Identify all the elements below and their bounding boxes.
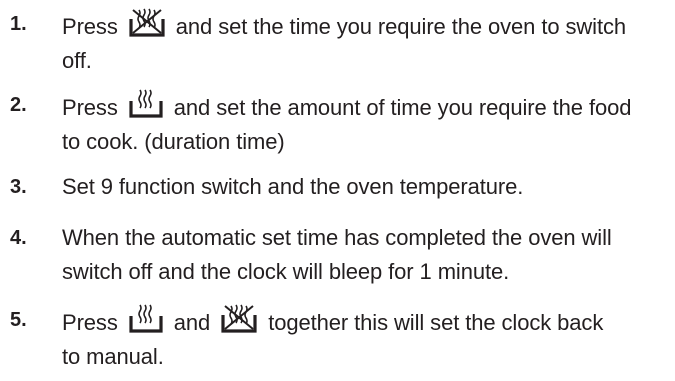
step-text-line1: Set 9 function switch and the oven tempe…: [62, 174, 524, 199]
step-text-line1: When the automatic set time has complete…: [62, 225, 612, 250]
step-text: When the automatic set time has complete…: [62, 221, 674, 289]
step-text-before: Press: [62, 95, 118, 120]
step-text-after: together this will set the clock back: [268, 310, 604, 335]
cooking-duration-icon: [128, 303, 164, 333]
step-text: Press and together this will set the clo…: [62, 303, 674, 374]
step-text-line2: switch off and the clock will bleep for …: [62, 259, 510, 284]
oven-off-icon: [128, 7, 166, 37]
cooking-duration-icon: [128, 88, 164, 118]
step-text-middle: and: [173, 310, 211, 335]
step-text-line2: to cook. (duration time): [62, 129, 285, 154]
oven-off-icon: [220, 303, 258, 333]
step-text: Press and set the time you require the o…: [62, 7, 674, 78]
step-text-before: Press: [62, 310, 118, 335]
step-number: 1.: [10, 13, 27, 35]
step-text-line2: to manual.: [62, 344, 164, 369]
step-text: Set 9 function switch and the oven tempe…: [62, 170, 674, 204]
step-text-after: and set the time you require the oven to…: [175, 14, 627, 39]
step-number: 3.: [10, 176, 27, 198]
instruction-list: 1. Press and set the time you require th…: [0, 0, 675, 381]
step-number: 2.: [10, 94, 27, 116]
step-text: Press and set the amount of time you req…: [62, 88, 674, 159]
step-number: 4.: [10, 227, 27, 249]
step-text-line2: off.: [62, 48, 92, 73]
step-text-before: Press: [62, 14, 118, 39]
step-text-after: and set the amount of time you require t…: [173, 95, 632, 120]
step-number: 5.: [10, 309, 27, 331]
